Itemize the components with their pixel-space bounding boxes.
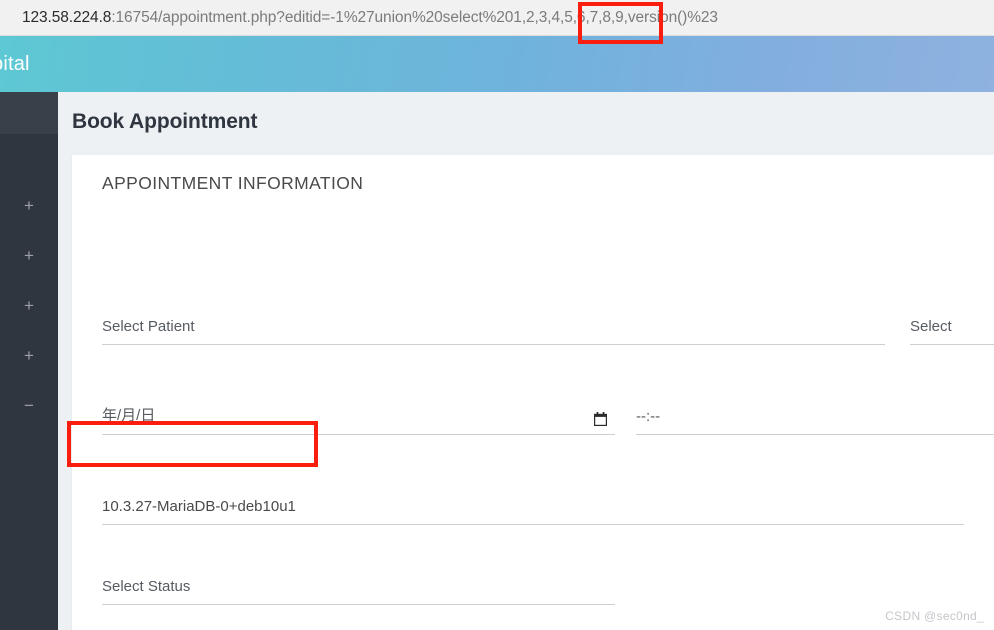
- minus-icon: −: [24, 395, 34, 415]
- appointment-date-field[interactable]: 年/月/日: [102, 395, 615, 435]
- sidebar-menu: + + + + −: [0, 134, 58, 430]
- select-status-field[interactable]: Select Status: [102, 565, 615, 605]
- select-status-label: Select Status: [102, 578, 191, 595]
- select-patient-label: Select Patient: [102, 318, 195, 335]
- plus-icon: +: [24, 195, 34, 215]
- select-secondary-label: Select: [910, 318, 952, 335]
- sidebar-header-block: [0, 92, 58, 134]
- plus-icon: +: [24, 295, 34, 315]
- plus-icon: +: [24, 345, 34, 365]
- form-legend: APPOINTMENT INFORMATION: [102, 173, 364, 193]
- sidebar-item-collapse-1[interactable]: −: [0, 380, 58, 430]
- sidebar-item-expand-3[interactable]: +: [0, 280, 58, 330]
- browser-url-bar[interactable]: 123.58.224.8:16754/appointment.php?editi…: [0, 0, 994, 36]
- watermark: CSDN @sec0nd_: [885, 609, 984, 623]
- url-path: :16754/appointment.php?editid=-1%27union…: [111, 8, 718, 26]
- page-root: 123.58.224.8:16754/appointment.php?editi…: [0, 0, 994, 630]
- time-placeholder: --:--: [636, 408, 661, 425]
- page-title: Book Appointment: [72, 110, 258, 133]
- sidebar: + + + + −: [0, 92, 58, 630]
- main-content: Book Appointment APPOINTMENT INFORMATION…: [58, 92, 994, 630]
- date-placeholder: 年/月/日: [102, 407, 156, 424]
- database-version-value: 10.3.27-MariaDB-0+deb10u1: [102, 498, 296, 515]
- site-header-banner: pital: [0, 36, 994, 92]
- sidebar-item-expand-1[interactable]: +: [0, 180, 58, 230]
- appointment-form-card: APPOINTMENT INFORMATION Select Patient S…: [72, 155, 994, 630]
- url-host: 123.58.224.8: [22, 8, 112, 26]
- appointment-time-field[interactable]: --:--: [636, 395, 994, 435]
- calendar-icon[interactable]: [593, 412, 608, 427]
- plus-icon: +: [24, 245, 34, 265]
- sidebar-item-expand-4[interactable]: +: [0, 330, 58, 380]
- url-text[interactable]: 123.58.224.8:16754/appointment.php?editi…: [22, 9, 718, 27]
- database-version-field[interactable]: 10.3.27-MariaDB-0+deb10u1: [102, 485, 964, 525]
- site-brand-title: pital: [0, 52, 30, 75]
- sidebar-item-expand-2[interactable]: +: [0, 230, 58, 280]
- select-secondary-field[interactable]: Select: [910, 305, 994, 345]
- select-patient-field[interactable]: Select Patient: [102, 305, 885, 345]
